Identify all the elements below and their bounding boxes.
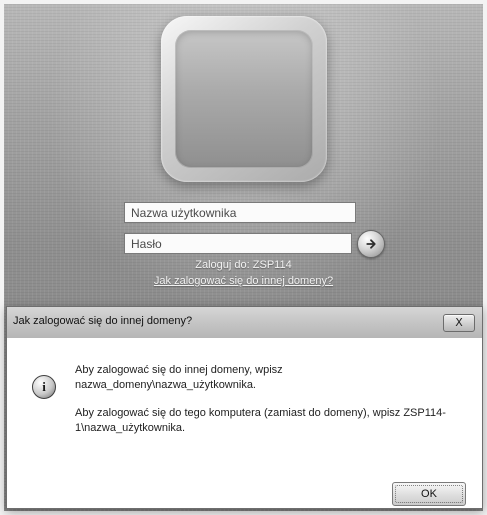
dialog-body: i Aby zalogować się do innej domeny, wpi…	[7, 338, 482, 508]
help-dialog: Jak zalogować się do innej domeny? X i A…	[6, 306, 483, 509]
dialog-close-button[interactable]: X	[443, 314, 475, 332]
avatar-inner-frame	[175, 30, 313, 168]
info-icon: i	[32, 375, 56, 399]
close-icon: X	[455, 316, 463, 329]
ok-button[interactable]: OK	[392, 482, 466, 506]
other-domain-help-link[interactable]: Jak zalogować się do innej domeny?	[0, 275, 487, 287]
ok-button-label: OK	[421, 488, 437, 500]
dialog-titlebar: Jak zalogować się do innej domeny? X	[7, 307, 482, 339]
submit-login-button[interactable]	[357, 230, 385, 258]
login-to-text: Zaloguj do: ZSP114	[195, 259, 292, 271]
dialog-message-2: Aby zalogować się do tego komputera (zam…	[75, 407, 446, 434]
arrow-right-icon	[366, 239, 376, 249]
user-avatar-tile	[161, 16, 327, 182]
username-input[interactable]	[124, 202, 356, 223]
dialog-message-1: Aby zalogować się do innej domeny, wpisz…	[75, 364, 283, 391]
password-input[interactable]	[124, 233, 352, 254]
dialog-title: Jak zalogować się do innej domeny?	[13, 315, 193, 327]
